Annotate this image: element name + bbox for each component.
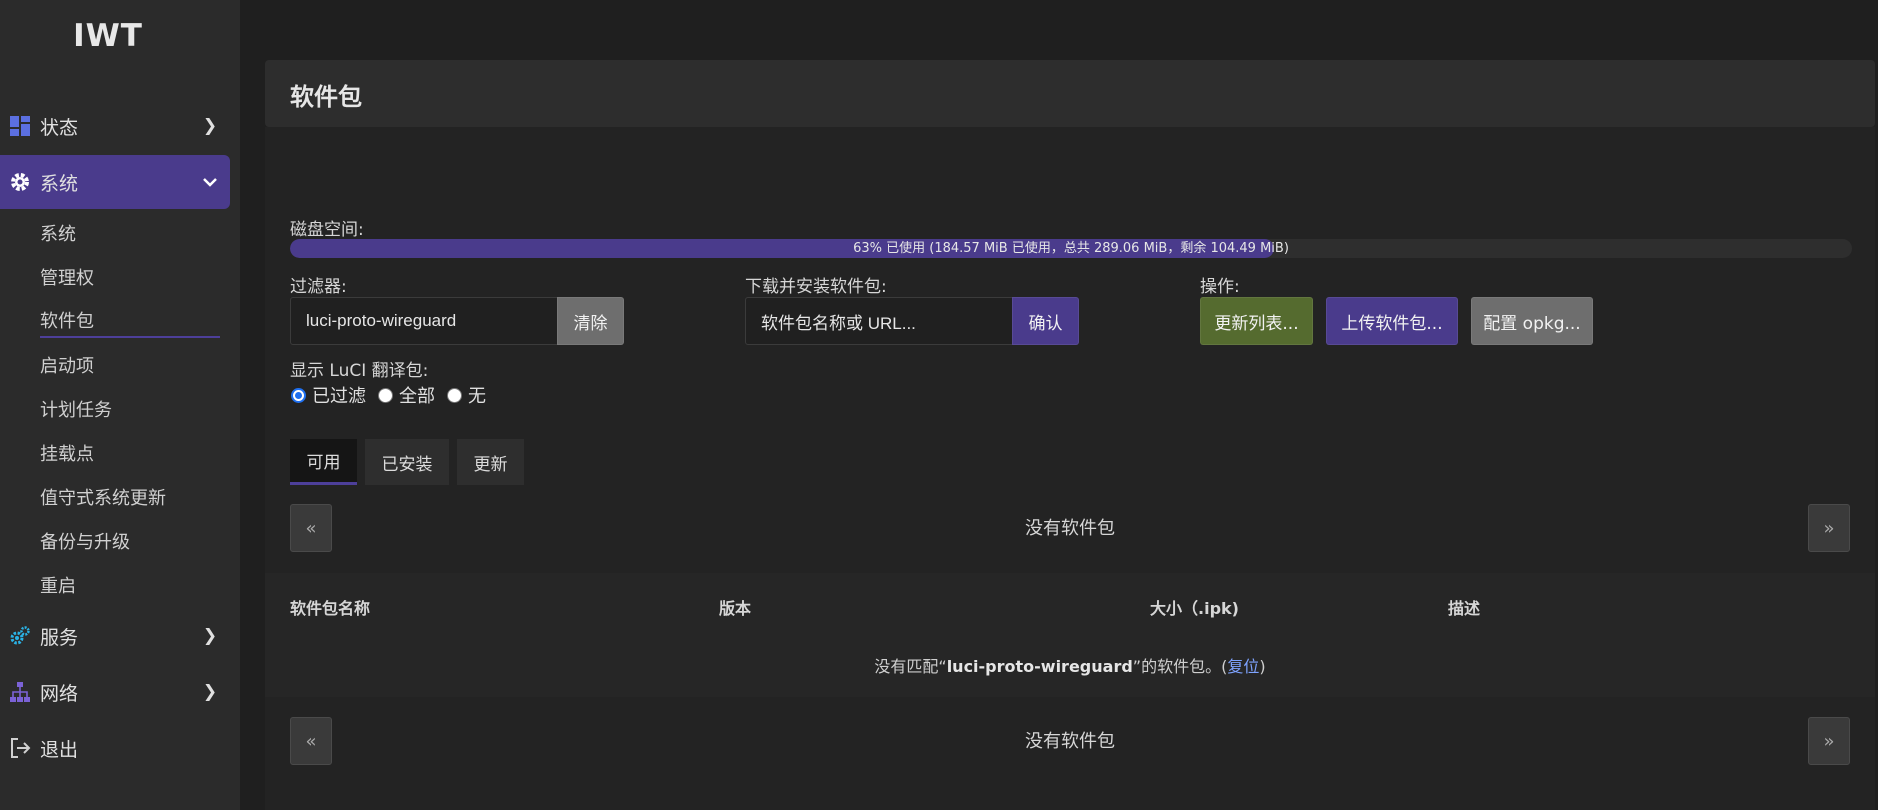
pager-status-top: 没有软件包 [1025,518,1115,539]
tab-updates[interactable]: 更新 [457,439,524,485]
gear-icon [0,171,40,193]
page-content: 磁盘空间: 63% 已使用 (184.57 MiB 已使用，总共 289.06 … [265,127,1875,810]
network-icon [0,681,40,703]
radio-all-label: 全部 [399,386,435,407]
nav-network[interactable]: 网络 ❯ [0,665,230,719]
sub-item-administration[interactable]: 管理权 [40,260,220,294]
radio-all[interactable] [378,387,393,403]
nav-system-label: 系统 [40,172,79,195]
sub-item-backup-flash[interactable]: 备份与升级 [40,524,220,558]
nav-system[interactable]: 系统 [0,155,230,209]
disk-usage-text: 63% 已使用 (184.57 MiB 已使用，总共 289.06 MiB，剩余… [853,241,1289,256]
no-match-prefix: 没有匹配“ [874,657,947,676]
radio-none-label: 无 [468,386,486,407]
filter-input[interactable]: luci-proto-wireguard [290,297,560,345]
sub-item-attended-sysupgrade[interactable]: 值守式系统更新 [40,480,220,514]
chevron-right-icon: ❯ [202,626,218,646]
package-url-input[interactable]: 软件包名称或 URL... [745,297,1016,345]
no-match-suffix: ”的软件包。( [1132,657,1228,676]
clear-filter-button[interactable]: 清除 [557,297,624,345]
filter-label: 过滤器: [290,277,347,297]
nav-status[interactable]: 状态 ❯ [0,99,230,153]
radio-none[interactable] [447,387,462,403]
reset-filter-link[interactable]: 复位 [1227,657,1259,676]
disk-space-label: 磁盘空间: [290,220,364,240]
sub-item-reboot[interactable]: 重启 [40,568,220,602]
luci-translation-label: 显示 LuCI 翻译包: [290,361,429,381]
update-lists-button[interactable]: 更新列表... [1200,297,1313,345]
column-header-description: 描述 [1448,599,1481,618]
tab-available[interactable]: 可用 [290,439,357,485]
sub-item-system[interactable]: 系统 [40,216,220,250]
nav-logout[interactable]: 退出 [0,721,230,775]
download-install-label: 下载并安装软件包: [745,277,887,297]
sub-item-startup[interactable]: 启动项 [40,348,220,382]
sub-item-software[interactable]: 软件包 [40,304,220,338]
configure-opkg-button[interactable]: 配置 opkg... [1471,297,1593,345]
upload-package-button[interactable]: 上传软件包... [1326,297,1458,345]
sidebar: IWT 状态 ❯ 系统 系统 管理权 软件包 启动项 计划任务 挂载点 值守式系… [0,0,240,810]
radio-filtered[interactable] [291,387,306,403]
dashboard-icon [0,115,40,137]
services-gear-icon [0,625,40,647]
luci-translation-radio-group: 已过滤 全部 无 [285,382,492,408]
pager-next-button[interactable]: » [1808,504,1850,552]
page-title: 软件包 [290,83,362,111]
pager-status-bottom: 没有软件包 [1025,731,1115,752]
nav-services[interactable]: 服务 ❯ [0,609,230,663]
nav-logout-label: 退出 [40,738,79,761]
no-match-message: 没有匹配“luci-proto-wireguard”的软件包。(复位) [265,653,1875,677]
tab-installed[interactable]: 已安装 [365,439,449,485]
pager-next-button-bottom[interactable]: » [1808,717,1850,765]
chevron-right-icon: ❯ [202,682,218,702]
chevron-down-icon [190,172,230,192]
nav-status-label: 状态 [40,116,79,139]
column-header-size: 大小（.ipk) [1150,599,1239,618]
nav-services-label: 服务 [40,626,79,649]
actions-label: 操作: [1200,277,1240,297]
main-panel: 软件包 磁盘空间: 63% 已使用 (184.57 MiB 已使用，总共 289… [265,60,1875,810]
brand-logo: IWT [73,18,143,54]
confirm-install-button[interactable]: 确认 [1012,297,1079,345]
page-header: 软件包 [265,60,1875,127]
nav-network-label: 网络 [40,682,79,705]
logout-icon [0,737,40,759]
column-header-name: 软件包名称 [290,599,371,618]
package-table: 软件包名称 版本 大小（.ipk) 描述 没有匹配“luci-proto-wir… [265,573,1875,697]
sub-item-mount-points[interactable]: 挂载点 [40,436,220,470]
radio-filtered-label: 已过滤 [312,386,366,407]
no-match-close: ) [1259,657,1266,676]
no-match-query: luci-proto-wireguard [946,657,1133,676]
disk-usage-bar: 63% 已使用 (184.57 MiB 已使用，总共 289.06 MiB，剩余… [290,239,1852,258]
sub-item-scheduled-tasks[interactable]: 计划任务 [40,392,220,426]
chevron-right-icon: ❯ [202,116,218,136]
column-header-version: 版本 [719,599,752,618]
